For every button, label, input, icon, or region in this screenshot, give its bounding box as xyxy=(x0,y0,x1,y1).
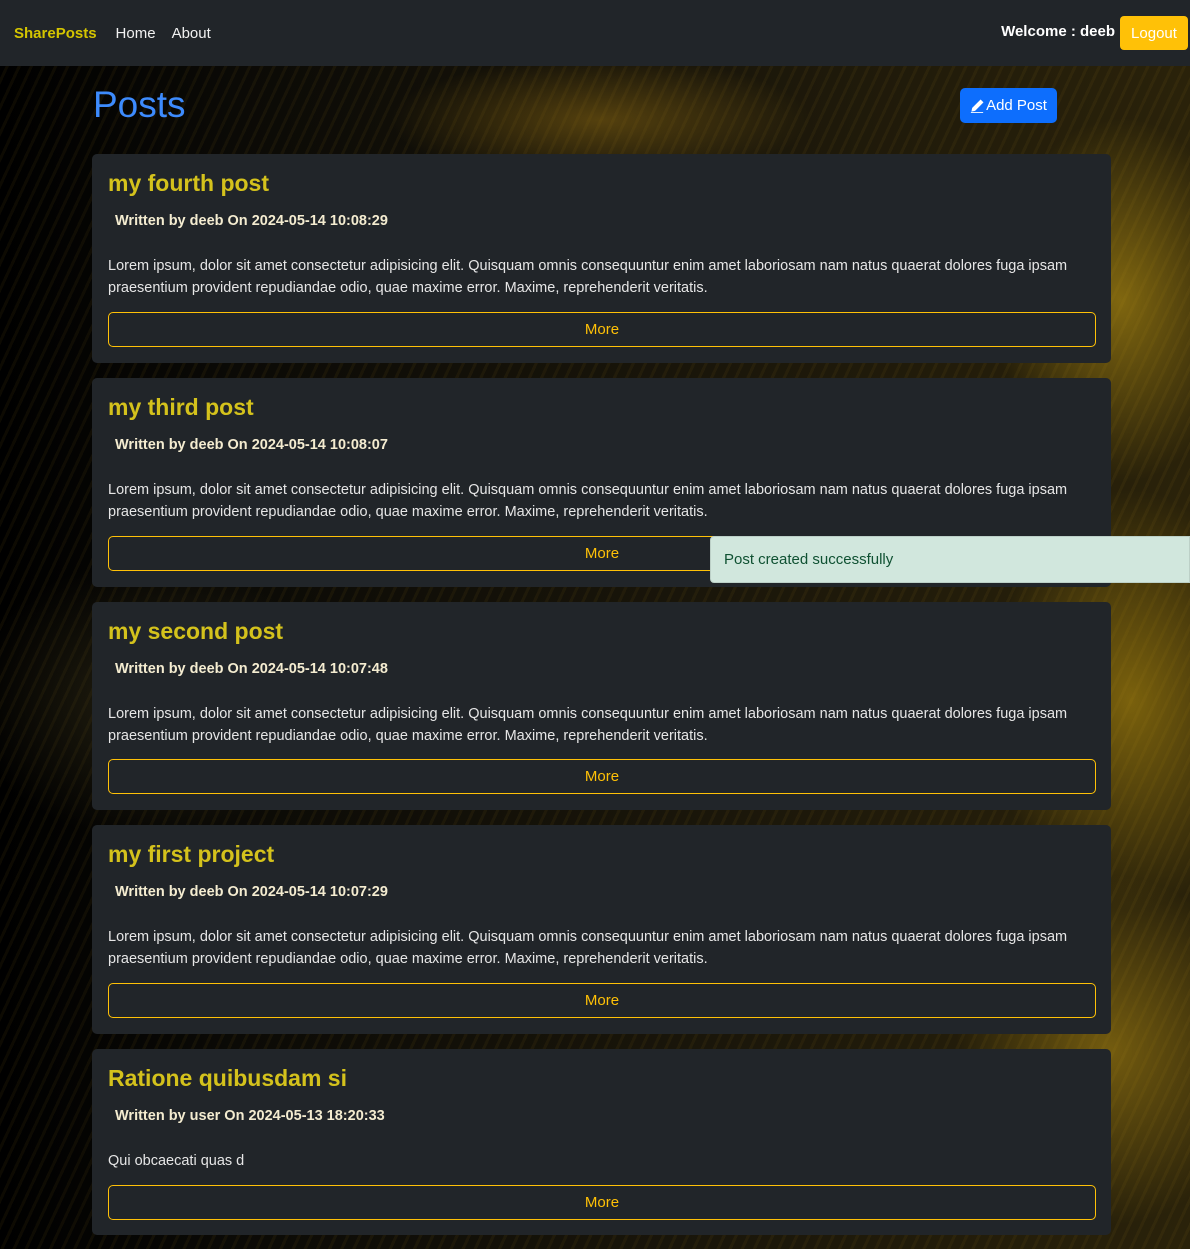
add-post-button[interactable]: Add Post xyxy=(960,88,1057,123)
post-card: my fourth post Written by deeb On 2024-0… xyxy=(92,154,1111,363)
nav-link-about[interactable]: About xyxy=(172,25,211,42)
post-title: my fourth post xyxy=(108,170,269,196)
post-meta: Written by deeb On 2024-05-14 10:07:48 xyxy=(115,661,388,677)
post-title: my third post xyxy=(108,394,254,420)
pencil-icon xyxy=(970,99,984,113)
post-body: Qui obcaecati quas d xyxy=(108,1153,245,1169)
nav-link-home[interactable]: Home xyxy=(116,25,156,42)
more-button[interactable]: More xyxy=(108,1185,1096,1220)
more-button[interactable]: More xyxy=(108,983,1096,1018)
post-title: Ratione quibusdam si xyxy=(108,1065,347,1091)
post-body: Lorem ipsum, dolor sit amet consectetur … xyxy=(108,482,1068,520)
post-meta: Written by user On 2024-05-13 18:20:33 xyxy=(115,1108,385,1124)
post-body: Lorem ipsum, dolor sit amet consectetur … xyxy=(108,258,1068,296)
post-card: my first project Written by deeb On 2024… xyxy=(92,825,1111,1034)
post-card: Ratione quibusdam si Written by user On … xyxy=(92,1049,1111,1235)
welcome-text: Welcome : deeb xyxy=(1001,23,1115,40)
post-meta: Written by deeb On 2024-05-14 10:08:29 xyxy=(115,213,388,229)
page-title: Posts xyxy=(93,84,186,125)
post-meta: Written by deeb On 2024-05-14 10:08:07 xyxy=(115,437,388,453)
logout-button[interactable]: Logout xyxy=(1120,16,1188,50)
post-body: Lorem ipsum, dolor sit amet consectetur … xyxy=(108,706,1068,744)
post-card: my second post Written by deeb On 2024-0… xyxy=(92,602,1111,810)
brand-logo[interactable]: SharePosts xyxy=(14,25,97,42)
more-button[interactable]: More xyxy=(108,312,1096,347)
more-button[interactable]: More xyxy=(108,759,1096,794)
navbar: SharePosts Home About Welcome : deeb Log… xyxy=(0,0,1190,66)
post-title: my first project xyxy=(108,841,275,867)
post-meta: Written by deeb On 2024-05-14 10:07:29 xyxy=(115,884,388,900)
add-post-label: Add Post xyxy=(986,97,1047,114)
post-title: my second post xyxy=(108,618,284,644)
post-body: Lorem ipsum, dolor sit amet consectetur … xyxy=(108,929,1068,967)
success-toast: Post created successfully xyxy=(710,536,1190,583)
